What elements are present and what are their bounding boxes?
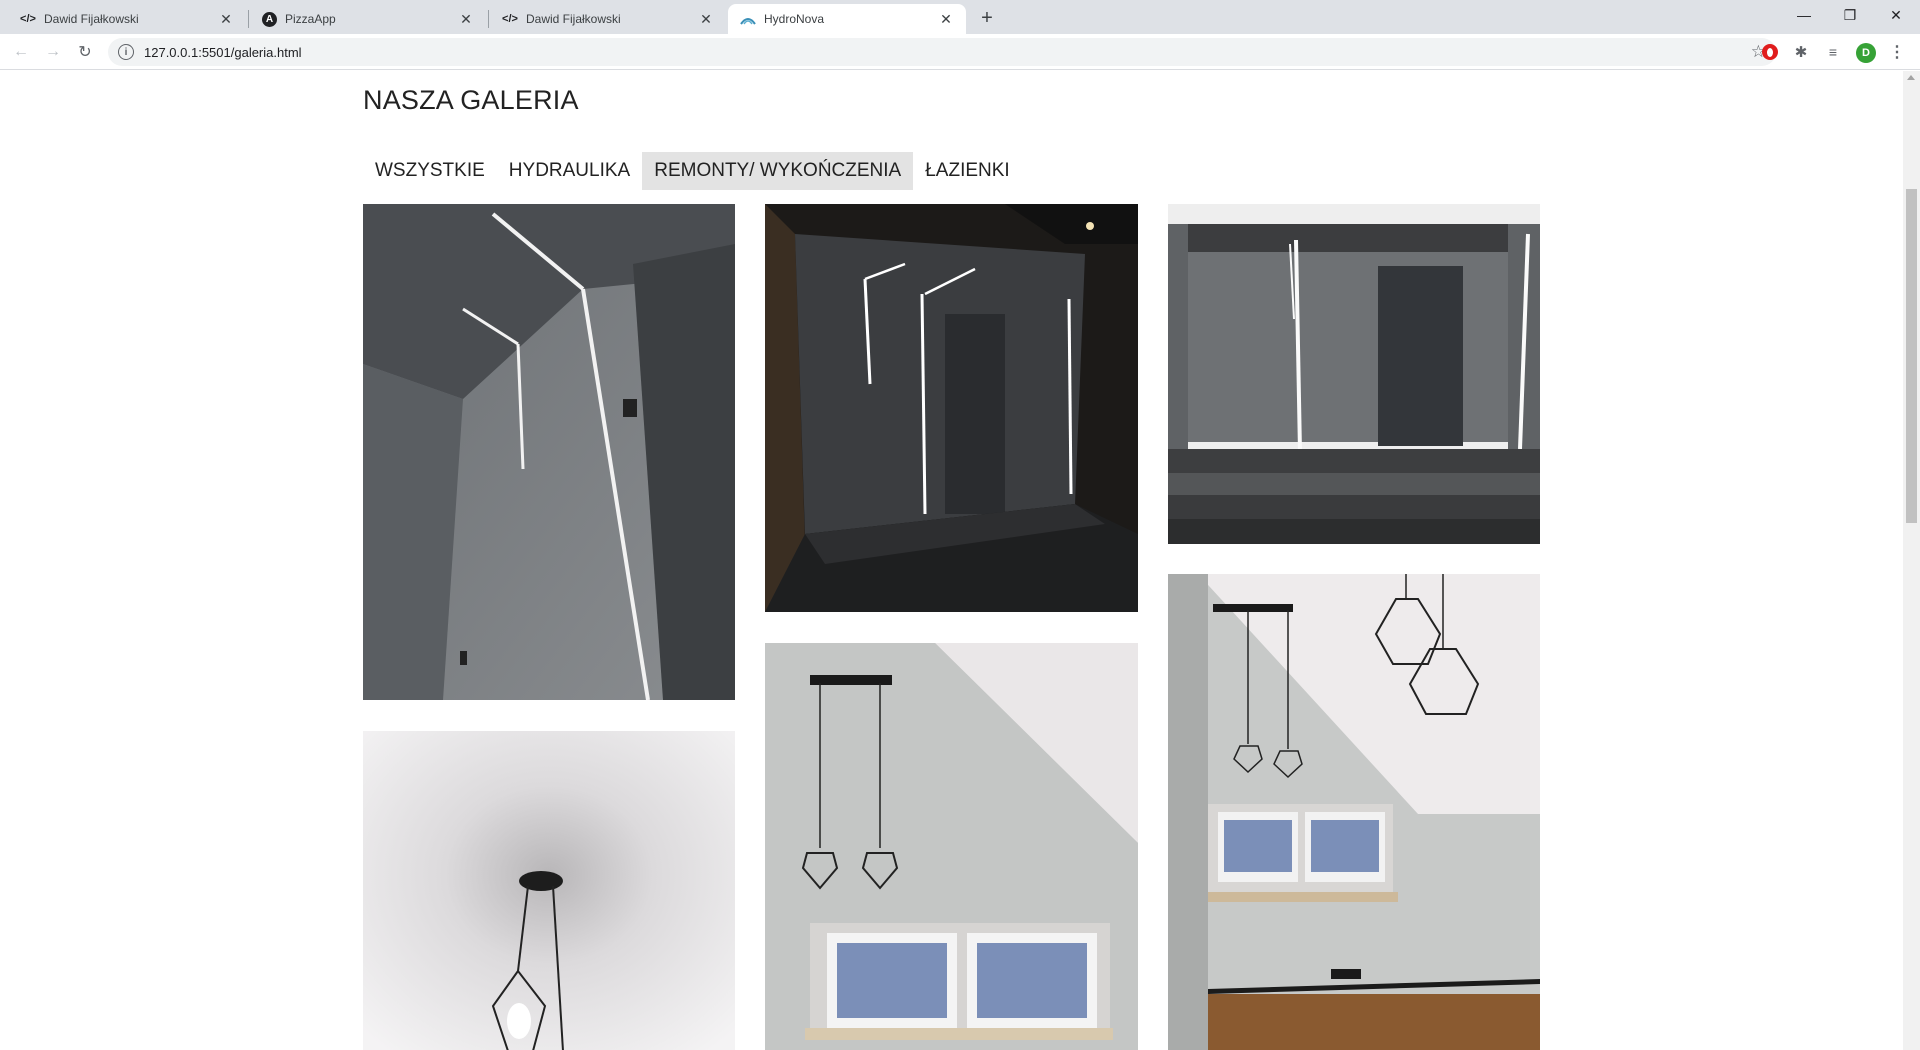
close-tab-icon[interactable]: ✕: [938, 11, 954, 27]
url-text[interactable]: 127.0.0.1:5501/galeria.html: [144, 45, 302, 60]
reload-icon[interactable]: ↻: [73, 40, 97, 64]
browser-tab[interactable]: </> Dawid Fijałkowski ✕: [490, 4, 726, 34]
angular-icon: A: [262, 11, 277, 27]
extensions-puzzle-icon[interactable]: ✱: [1791, 42, 1811, 62]
gallery-image-entrance-wall[interactable]: [363, 204, 735, 700]
new-tab-button[interactable]: +: [975, 6, 999, 30]
tab-title: PizzaApp: [285, 12, 336, 26]
filter-bathrooms[interactable]: ŁAZIENKI: [913, 152, 1021, 190]
browser-tab-active[interactable]: HydroNova ✕: [728, 4, 966, 34]
page-viewport: NASZA GALERIA WSZYSTKIE HYDRAULIKA REMON…: [0, 71, 1920, 1050]
address-bar[interactable]: i 127.0.0.1:5501/galeria.html ☆: [108, 38, 1776, 66]
tab-separator: [488, 10, 489, 28]
close-tab-icon[interactable]: ✕: [458, 11, 474, 27]
minimize-icon[interactable]: —: [1781, 0, 1827, 30]
filter-plumbing[interactable]: HYDRAULIKA: [497, 152, 642, 190]
restore-icon[interactable]: ❐: [1827, 0, 1873, 30]
site-info-icon[interactable]: i: [118, 44, 134, 60]
scroll-up-icon[interactable]: [1907, 75, 1915, 80]
close-tab-icon[interactable]: ✕: [218, 11, 234, 27]
tab-title: HydroNova: [764, 12, 825, 26]
close-tab-icon[interactable]: ✕: [698, 11, 714, 27]
browser-tab[interactable]: A PizzaApp ✕: [250, 4, 486, 34]
page-title: NASZA GALERIA: [363, 85, 579, 115]
gallery-image-pendant-ceiling[interactable]: [363, 731, 735, 1050]
gallery-image-pendant-window[interactable]: [765, 643, 1138, 1050]
gallery-image-entrance-steps[interactable]: [1168, 204, 1540, 544]
gallery-image-entrance-night[interactable]: [765, 204, 1138, 612]
back-icon[interactable]: ←: [9, 40, 33, 64]
browser-toolbar: ← → ↻ i 127.0.0.1:5501/galeria.html ☆ ✱ …: [0, 34, 1920, 70]
hydronova-icon: [740, 11, 756, 27]
chrome-menu-icon[interactable]: ⋮: [1887, 42, 1907, 62]
window-close-icon[interactable]: ✕: [1873, 0, 1919, 30]
gallery-filter-bar: WSZYSTKIE HYDRAULIKA REMONTY/ WYKOŃCZENI…: [363, 152, 1022, 190]
filter-all[interactable]: WSZYSTKIE: [363, 152, 497, 190]
tab-title: Dawid Fijałkowski: [526, 12, 621, 26]
filter-renovations-active[interactable]: REMONTY/ WYKOŃCZENIA: [642, 152, 914, 190]
media-control-icon[interactable]: ≡: [1823, 42, 1843, 62]
forward-icon[interactable]: →: [41, 40, 65, 64]
code-icon: </>: [20, 13, 36, 25]
scrollbar-thumb[interactable]: [1906, 189, 1917, 523]
profile-avatar[interactable]: D: [1856, 43, 1876, 63]
tab-title: Dawid Fijałkowski: [44, 12, 139, 26]
opera-adblock-icon[interactable]: [1762, 44, 1778, 60]
tab-strip: </> Dawid Fijałkowski ✕ A PizzaApp ✕ </>…: [0, 0, 1920, 34]
page-scrollbar[interactable]: [1903, 71, 1920, 1050]
browser-tab[interactable]: </> Dawid Fijałkowski ✕: [8, 4, 246, 34]
tab-separator: [248, 10, 249, 28]
code-icon: </>: [502, 13, 518, 25]
gallery-image-attic-pendants[interactable]: [1168, 574, 1540, 1050]
